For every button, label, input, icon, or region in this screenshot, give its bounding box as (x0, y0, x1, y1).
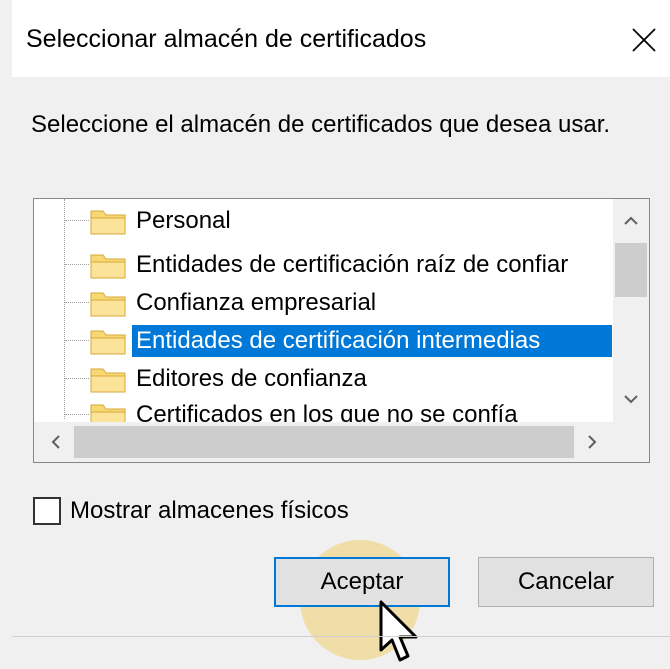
tree-item-label: Confianza empresarial (136, 289, 377, 316)
chevron-up-icon (624, 216, 638, 225)
scroll-left-button[interactable] (36, 422, 76, 462)
tree-item-label: Personal (136, 207, 231, 234)
show-physical-stores-checkbox[interactable] (33, 497, 61, 525)
horizontal-scroll-thumb[interactable] (74, 426, 574, 458)
tree-item-label: Entidades de certificación raíz de confi… (136, 251, 569, 278)
cancel-button[interactable]: Cancelar (478, 557, 654, 607)
checkbox-label: Mostrar almacenes físicos (70, 497, 349, 524)
scroll-right-button[interactable] (572, 422, 612, 462)
tree-connector (65, 302, 89, 303)
chevron-left-icon (51, 435, 60, 449)
tree-item-empresarial[interactable]: Confianza empresarial (34, 283, 614, 321)
mouse-pointer-icon (379, 600, 418, 662)
scroll-down-button[interactable] (613, 381, 649, 417)
dialog-title: Seleccionar almacén de certificados (26, 25, 427, 53)
window-frame (0, 0, 12, 669)
tree-item-label: Editores de confianza (136, 365, 367, 392)
folder-icon (90, 330, 126, 355)
close-icon (632, 28, 656, 52)
tree-connector (65, 340, 89, 341)
tree-connector (65, 264, 89, 265)
folder-icon (90, 292, 126, 317)
chevron-right-icon (588, 435, 597, 449)
instruction-text: Seleccione el almacén de certificados qu… (31, 111, 611, 138)
tree-item-personal[interactable]: Personal (34, 201, 614, 239)
tree-item-intermedias[interactable]: Entidades de certificación intermedias (34, 321, 614, 359)
dialog-border (12, 636, 670, 637)
folder-icon (90, 210, 126, 235)
tree-connector (65, 220, 89, 221)
accept-button[interactable]: Aceptar (274, 557, 450, 607)
tree-connector (65, 414, 89, 415)
close-button[interactable] (624, 20, 664, 60)
tree-item-editores[interactable]: Editores de confianza (34, 359, 614, 397)
folder-icon (90, 254, 126, 279)
tree-item-raiz[interactable]: Entidades de certificación raíz de confi… (34, 245, 614, 283)
scroll-up-button[interactable] (613, 203, 649, 239)
tree-item-label-selected: Entidades de certificación intermedias (132, 325, 612, 357)
tree-connector (65, 378, 89, 379)
vertical-scroll-thumb[interactable] (615, 243, 647, 297)
folder-icon (90, 368, 126, 393)
vertical-scrollbar[interactable] (613, 199, 649, 423)
horizontal-scrollbar[interactable] (34, 422, 649, 462)
certificate-store-tree[interactable]: Personal Entidades de certificación raíz… (33, 198, 650, 463)
chevron-down-icon (624, 395, 638, 404)
